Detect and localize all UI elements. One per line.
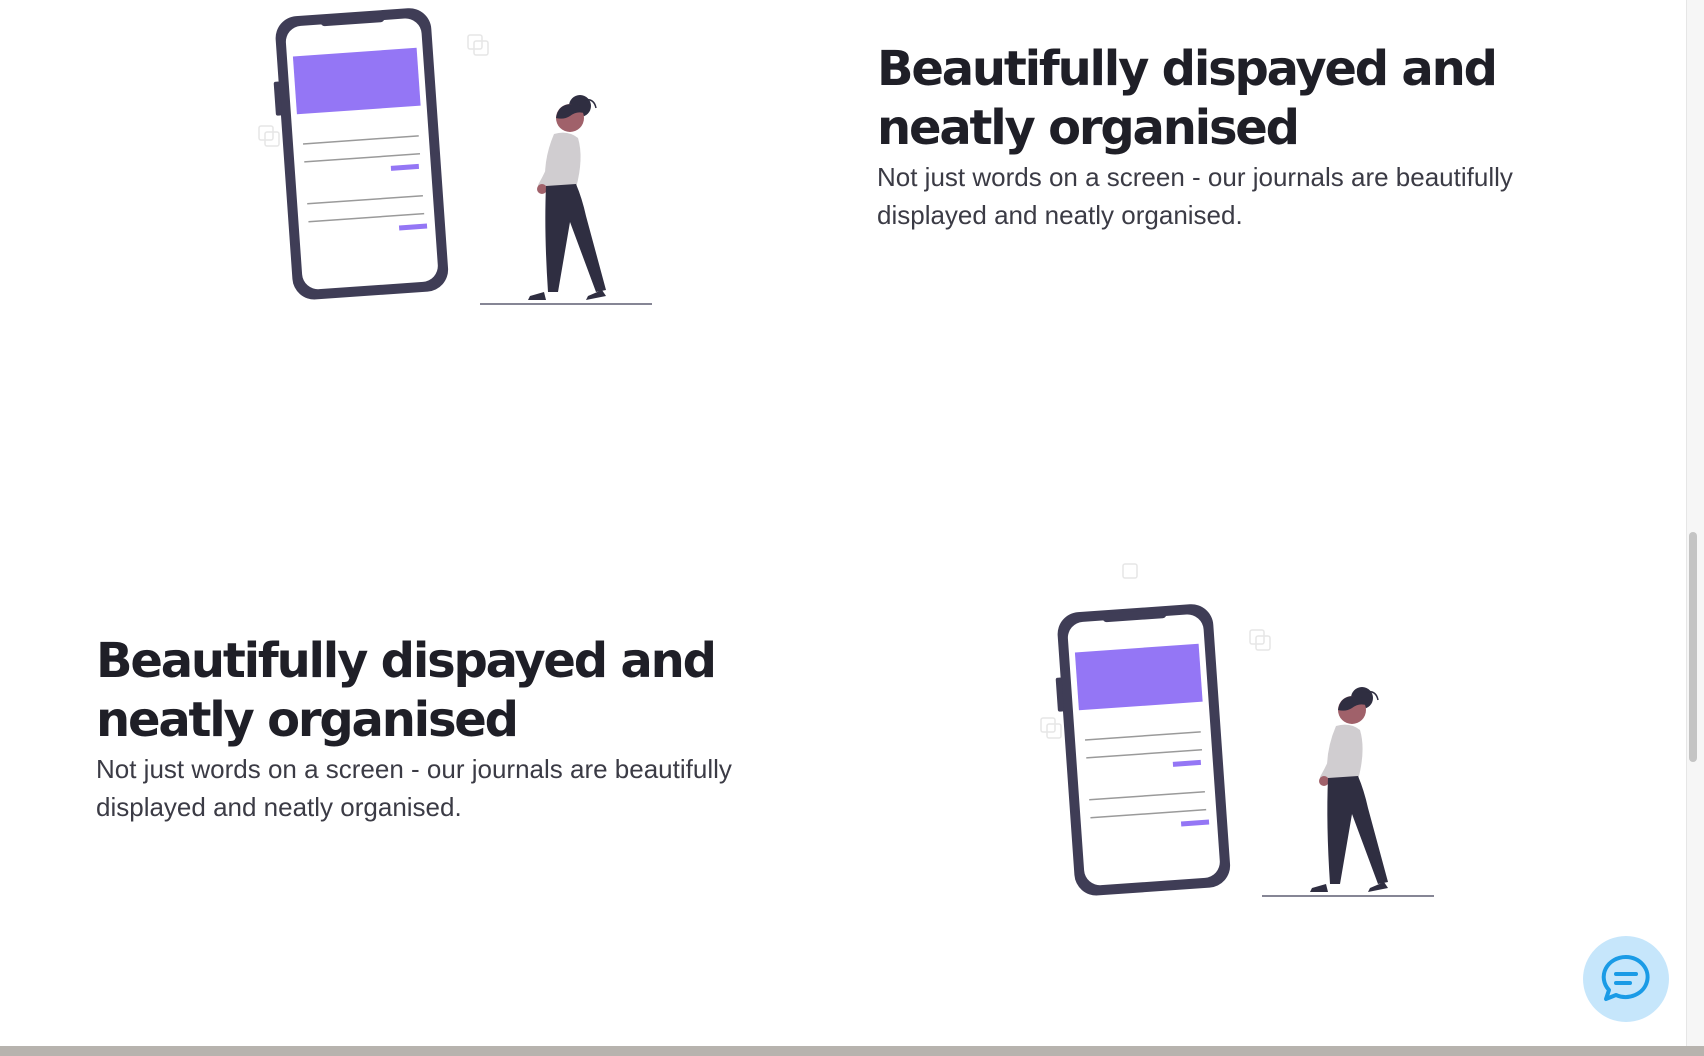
- phone-icon: [273, 8, 449, 300]
- feature-text-1: Beautifully dispayed and neatly organised…: [877, 40, 1637, 234]
- feature-text-2: Beautifully dispayed and neatly organised…: [96, 632, 856, 826]
- feature-description: Not just words on a screen - our journal…: [877, 162, 1513, 230]
- feature-heading: Beautifully dispayed and neatly organised: [96, 633, 717, 748]
- chat-bubble-icon: [1601, 954, 1650, 1001]
- floating-square-icon: [1249, 629, 1271, 651]
- phone-woman-illustration: [258, 8, 652, 305]
- feature-section-1: Beautifully dispayed and neatly organised…: [0, 0, 1686, 330]
- floating-square-icon: [1040, 717, 1062, 739]
- feature-heading: Beautifully dispayed and neatly organised: [877, 41, 1498, 156]
- window-bottom-edge: [0, 1046, 1704, 1056]
- phone-woman-illustration: [1040, 563, 1434, 897]
- woman-figure-icon: [1310, 687, 1388, 892]
- floating-square-icon: [467, 34, 489, 56]
- floating-square-icon: [258, 125, 280, 147]
- phone-icon: [1055, 604, 1231, 896]
- floating-square-icon: [1122, 563, 1138, 579]
- scrollbar-track[interactable]: [1686, 0, 1704, 1046]
- page: Beautifully dispayed and neatly organised…: [0, 0, 1686, 1046]
- chat-widget-button[interactable]: [1583, 936, 1669, 1022]
- feature-section-2: Beautifully dispayed and neatly organised…: [0, 540, 1686, 920]
- feature-description: Not just words on a screen - our journal…: [96, 754, 732, 822]
- woman-figure-icon: [528, 95, 606, 300]
- scrollbar-thumb[interactable]: [1689, 532, 1697, 762]
